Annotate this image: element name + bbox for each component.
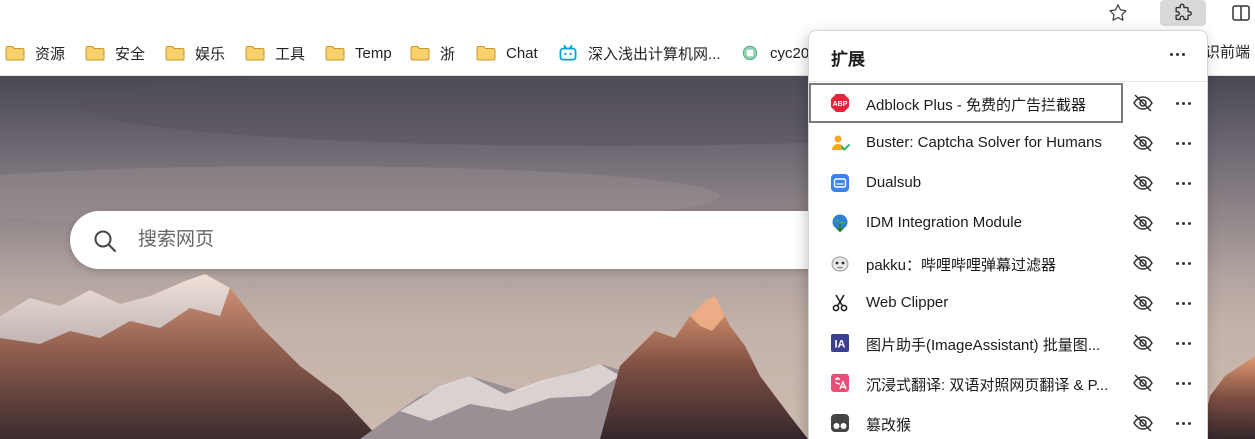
more-horizontal-icon (1175, 341, 1191, 345)
favorite-link-network-course[interactable]: 深入浅出计算机网... (558, 42, 721, 64)
extension-more-options-button[interactable] (1171, 372, 1195, 394)
extension-name: Dualsub (866, 174, 922, 191)
favorite-label: Chat (506, 44, 538, 62)
more-horizontal-icon (1175, 381, 1191, 385)
extension-more-options-button[interactable] (1171, 412, 1195, 434)
extension-item-pakku[interactable]: pakku：哔哩哔哩弹幕过滤器 (809, 243, 1207, 283)
favorite-label: 娱乐 (195, 45, 226, 63)
more-horizontal-icon (1175, 301, 1191, 305)
split-screen-icon[interactable] (1226, 0, 1255, 26)
more-horizontal-icon (1175, 181, 1191, 185)
extension-more-options-button[interactable] (1171, 332, 1195, 354)
search-icon (94, 230, 116, 252)
immersive-translate-icon (831, 374, 849, 392)
pakku-icon (831, 256, 849, 272)
extension-more-options-button[interactable] (1171, 172, 1195, 194)
extensions-more-options-button[interactable] (1164, 43, 1190, 65)
extension-more-options-button[interactable] (1171, 292, 1195, 314)
extension-name: 篡改猴 (866, 417, 912, 434)
favorite-label: 资源 (35, 45, 66, 63)
extension-more-options-button[interactable] (1171, 252, 1195, 274)
dualsub-icon (831, 174, 849, 192)
extension-more-options-button[interactable] (1171, 132, 1195, 154)
extension-name: Web Clipper (866, 294, 949, 311)
extensions-panel: 扩展 ABP Adblock Plus - 免费的广告拦截器 Buster: C… (808, 30, 1208, 439)
extension-name: Buster: Captcha Solver for Humans (866, 134, 1102, 151)
folder-icon (476, 46, 496, 61)
extension-item-tampermonkey[interactable]: 篡改猴 (809, 403, 1207, 439)
favorite-label: 安全 (115, 45, 146, 63)
hide-from-toolbar-icon[interactable] (1132, 92, 1154, 114)
more-horizontal-icon (1175, 101, 1191, 105)
favorite-folder-tools[interactable]: 工具 (245, 42, 305, 64)
search-input[interactable] (138, 225, 808, 255)
favorite-folder-temp[interactable]: Temp (325, 42, 392, 64)
hide-from-toolbar-icon[interactable] (1132, 412, 1154, 434)
extension-item-buster[interactable]: Buster: Captcha Solver for Humans (809, 123, 1207, 163)
abp-icon: ABP (831, 94, 849, 112)
favorite-label: 浙 (440, 45, 456, 63)
svg-text:ABP: ABP (833, 101, 848, 108)
favorite-folder-chat[interactable]: Chat (476, 42, 538, 64)
buster-icon (832, 135, 850, 151)
hide-from-toolbar-icon[interactable] (1132, 252, 1154, 274)
site-icon (742, 45, 758, 61)
divider (809, 81, 1207, 82)
folder-icon (85, 46, 105, 61)
more-horizontal-icon (1175, 221, 1191, 225)
hide-from-toolbar-icon[interactable] (1132, 132, 1154, 154)
favorite-overflow-text[interactable]: 识前端 (1205, 42, 1250, 64)
hide-from-toolbar-icon[interactable] (1132, 292, 1154, 314)
extension-item-dualsub[interactable]: Dualsub (809, 163, 1207, 203)
extension-item-immersive-translate[interactable]: 沉浸式翻译: 双语对照网页翻译 & P... (809, 363, 1207, 403)
tampermonkey-icon (831, 414, 849, 432)
extension-item-web-clipper[interactable]: Web Clipper (809, 283, 1207, 323)
favorite-link-cyc20[interactable]: cyc20 (740, 42, 809, 64)
extensions-panel-title: 扩展 (831, 50, 865, 69)
favorite-label: 深入浅出计算机网... (588, 45, 721, 63)
more-horizontal-icon (1175, 421, 1191, 425)
favorite-label: Temp (355, 44, 392, 62)
hide-from-toolbar-icon[interactable] (1132, 332, 1154, 354)
extensions-puzzle-icon[interactable] (1160, 0, 1206, 26)
folder-icon (410, 46, 430, 61)
idm-icon (832, 214, 848, 233)
favorite-folder-security[interactable]: 安全 (85, 42, 145, 64)
favorite-folder-zhe[interactable]: 浙 (410, 42, 455, 64)
browser-toolbar (0, 0, 1255, 28)
folder-icon (245, 46, 265, 61)
svg-text:IA: IA (835, 339, 846, 351)
web-search-box[interactable] (70, 211, 840, 269)
extension-name: pakku：哔哩哔哩弹幕过滤器 (866, 257, 1057, 274)
extension-item-image-assistant[interactable]: IA 图片助手(ImageAssistant) 批量图... (809, 323, 1207, 363)
extension-more-options-button[interactable] (1171, 212, 1195, 234)
extension-name: IDM Integration Module (866, 214, 1022, 231)
scissors-icon (832, 294, 848, 312)
bilibili-icon (559, 45, 577, 61)
favorite-label: cyc20 (770, 44, 810, 62)
favorite-folder-resources[interactable]: 资源 (5, 42, 65, 64)
folder-icon (165, 46, 185, 61)
extension-item-adblock-plus[interactable]: ABP Adblock Plus - 免费的广告拦截器 (809, 83, 1123, 123)
hide-from-toolbar-icon[interactable] (1132, 212, 1154, 234)
more-horizontal-icon (1175, 141, 1191, 145)
more-horizontal-icon (1169, 52, 1185, 56)
extension-name: Adblock Plus - 免费的广告拦截器 (866, 97, 1087, 114)
favorite-label: 工具 (275, 45, 306, 63)
imageassistant-icon: IA (831, 334, 849, 352)
hide-from-toolbar-icon[interactable] (1132, 172, 1154, 194)
more-horizontal-icon (1175, 261, 1191, 265)
extension-name: 图片助手(ImageAssistant) 批量图... (866, 337, 1101, 354)
extension-item-idm[interactable]: IDM Integration Module (809, 203, 1207, 243)
extension-name: 沉浸式翻译: 双语对照网页翻译 & P... (866, 377, 1109, 394)
favorite-star-icon[interactable] (1100, 0, 1136, 26)
extension-more-options-button[interactable] (1171, 92, 1195, 114)
favorite-folder-entertainment[interactable]: 娱乐 (165, 42, 225, 64)
folder-icon (325, 46, 345, 61)
folder-icon (5, 46, 25, 61)
hide-from-toolbar-icon[interactable] (1132, 372, 1154, 394)
